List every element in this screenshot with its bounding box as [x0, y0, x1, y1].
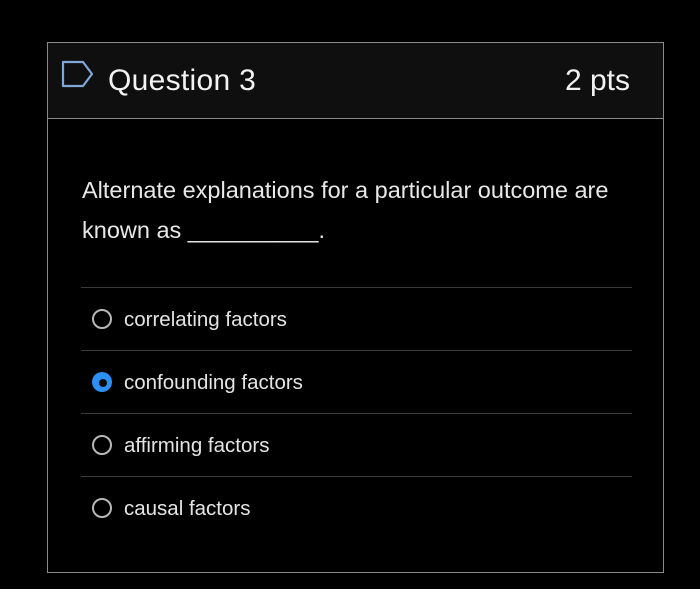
- question-title: Question 3: [108, 64, 257, 97]
- answer-option[interactable]: affirming factors: [81, 413, 632, 476]
- radio-button[interactable]: [92, 435, 112, 455]
- answer-label[interactable]: causal factors: [124, 495, 250, 523]
- radio-button-selected[interactable]: [92, 372, 112, 392]
- answer-list: correlating factors confounding factors …: [81, 287, 632, 539]
- answer-option[interactable]: confounding factors: [81, 350, 632, 413]
- question-header: Question 3 2 pts: [48, 43, 663, 119]
- answer-label[interactable]: affirming factors: [124, 432, 269, 460]
- answer-label[interactable]: confounding factors: [124, 369, 303, 397]
- flag-icon[interactable]: [61, 60, 95, 88]
- question-card: Question 3 2 pts Alternate explanations …: [47, 42, 664, 573]
- question-text: Alternate explanations for a particular …: [82, 177, 609, 243]
- radio-button[interactable]: [92, 498, 112, 518]
- question-points: 2 pts: [564, 64, 630, 97]
- answer-label[interactable]: correlating factors: [124, 306, 287, 334]
- answer-option[interactable]: causal factors: [81, 476, 632, 539]
- radio-button[interactable]: [92, 309, 112, 329]
- answer-option[interactable]: correlating factors: [81, 287, 632, 350]
